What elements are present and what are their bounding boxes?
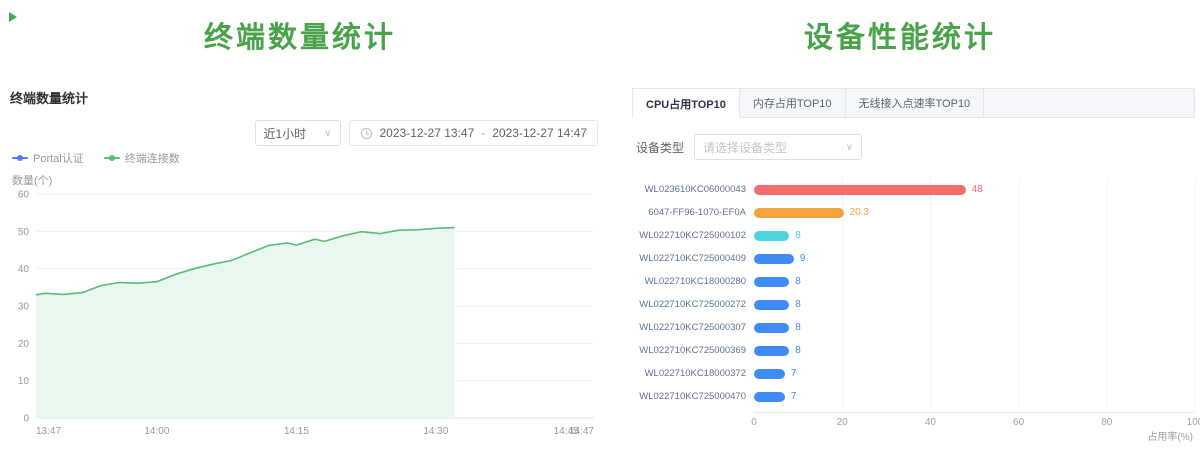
device-performance-panel: CPU占用TOP10 内存占用TOP10 无线接入点速率TOP10 设备类型 请… — [632, 88, 1195, 443]
device-name-label: WL022710KC725000272 — [632, 299, 754, 310]
device-name-label: 6047-FF96-1070-EF0A — [632, 207, 754, 218]
date-start: 2023-12-27 13:47 — [380, 126, 475, 140]
chevron-down-icon: ∨ — [846, 142, 853, 153]
device-name-label: WL022710KC18000280 — [632, 276, 754, 287]
legend-line-dot-icon — [12, 157, 28, 159]
bar-value-label: 8 — [795, 276, 801, 288]
legend-label: Portal认证 — [33, 150, 84, 166]
svg-text:13:47: 13:47 — [36, 426, 61, 437]
bar-row: WL022710KC18000372 7 — [632, 362, 1195, 385]
svg-text:14:15: 14:15 — [284, 426, 309, 437]
value-bar — [754, 323, 789, 333]
terminal-count-line-chart: 010203040506013:4714:0014:1514:3014:4514… — [10, 184, 600, 446]
value-bar — [754, 346, 789, 356]
value-bar — [754, 369, 785, 379]
x-axis-tick: 20 — [837, 417, 848, 428]
bar-value-label: 8 — [795, 230, 801, 242]
value-bar — [754, 277, 789, 287]
value-bar — [754, 392, 785, 402]
bar-row: WL023610KC06000043 48 — [632, 178, 1195, 201]
device-name-label: WL022710KC725000369 — [632, 345, 754, 356]
bar-value-label: 9 — [800, 253, 806, 265]
tab-ap-rate-top10[interactable]: 无线接入点速率TOP10 — [846, 89, 985, 117]
svg-text:50: 50 — [18, 227, 30, 238]
device-name-label: WL022710KC725000470 — [632, 391, 754, 402]
chart-legend: Portal认证 终端连接数 — [12, 150, 180, 166]
x-axis-ticks: 020406080100 — [754, 412, 1195, 427]
x-axis-tick: 100 — [1187, 417, 1200, 428]
x-axis-tick: 80 — [1101, 417, 1112, 428]
terminal-count-panel: 终端数量统计 近1小时 ∨ 2023-12-27 13:47 - 2023-12… — [10, 88, 600, 448]
bar-row: WL022710KC725000307 8 — [632, 316, 1195, 339]
device-name-label: WL023610KC06000043 — [632, 184, 754, 195]
time-range-select[interactable]: 近1小时 ∨ — [255, 120, 341, 146]
device-type-select[interactable]: 请选择设备类型 ∨ — [694, 134, 862, 160]
bar-row: WL022710KC725000272 8 — [632, 293, 1195, 316]
svg-text:10: 10 — [18, 376, 30, 387]
performance-tabs: CPU占用TOP10 内存占用TOP10 无线接入点速率TOP10 — [632, 88, 1195, 118]
dashboard: 终端数量统计 设备性能统计 终端数量统计 近1小时 ∨ 2023-12-27 1… — [0, 0, 1200, 456]
date-range-picker[interactable]: 2023-12-27 13:47 - 2023-12-27 14:47 — [349, 120, 599, 146]
bar-row: WL022710KC18000280 8 — [632, 270, 1195, 293]
bar-value-label: 7 — [791, 391, 797, 403]
device-type-filter: 设备类型 请选择设备类型 ∨ — [632, 134, 1195, 160]
date-separator: - — [481, 126, 485, 140]
svg-text:20: 20 — [18, 339, 30, 350]
legend-line-dot-icon — [104, 157, 120, 159]
legend-item-portal[interactable]: Portal认证 — [12, 150, 84, 166]
date-end: 2023-12-27 14:47 — [492, 126, 587, 140]
value-bar — [754, 231, 789, 241]
svg-text:60: 60 — [18, 190, 30, 201]
cpu-top10-bar-chart: WL023610KC06000043 48 6047-FF96-1070-EF0A 2… — [632, 178, 1195, 443]
bar-value-label: 48 — [972, 184, 983, 196]
legend-item-terminal-connections[interactable]: 终端连接数 — [104, 150, 180, 166]
value-bar — [754, 254, 794, 264]
left-section-title: 终端数量统计 — [0, 14, 600, 56]
right-section-title: 设备性能统计 — [600, 14, 1200, 56]
x-axis: 020406080100 — [632, 412, 1195, 427]
chevron-down-icon: ∨ — [324, 128, 331, 139]
bar-value-label: 8 — [795, 345, 801, 357]
tab-memory-top10[interactable]: 内存占用TOP10 — [740, 89, 846, 117]
chart-controls: 近1小时 ∨ 2023-12-27 13:47 - 2023-12-27 14:… — [255, 120, 599, 146]
x-axis-tick: 40 — [925, 417, 936, 428]
device-name-label: WL022710KC725000307 — [632, 322, 754, 333]
bar-row: WL022710KC725000409 9 — [632, 247, 1195, 270]
bar-row: WL022710KC725000369 8 — [632, 339, 1195, 362]
svg-text:0: 0 — [23, 414, 29, 425]
svg-text:14:30: 14:30 — [423, 426, 448, 437]
svg-text:14:00: 14:00 — [144, 426, 169, 437]
bar-value-label: 8 — [795, 322, 801, 334]
bar-value-label: 8 — [795, 299, 801, 311]
value-bar — [754, 208, 844, 218]
bar-value-label: 20.3 — [850, 207, 869, 219]
device-type-placeholder: 请选择设备类型 — [703, 139, 787, 156]
x-axis-tick: 60 — [1013, 417, 1024, 428]
bar-row: WL022710KC725000470 7 — [632, 385, 1195, 408]
bar-value-label: 7 — [791, 368, 797, 380]
value-bar — [754, 185, 966, 195]
bar-row: WL022710KC725000102 8 — [632, 224, 1195, 247]
tab-cpu-top10[interactable]: CPU占用TOP10 — [633, 89, 740, 118]
x-axis-tick: 0 — [751, 417, 757, 428]
svg-text:40: 40 — [18, 264, 30, 275]
x-axis-title: 占用率(%) — [632, 428, 1195, 443]
terminal-count-panel-title: 终端数量统计 — [10, 88, 600, 107]
svg-text:30: 30 — [18, 302, 30, 313]
svg-text:14:47: 14:47 — [569, 426, 594, 437]
legend-label: 终端连接数 — [125, 150, 180, 166]
device-name-label: WL022710KC725000409 — [632, 253, 754, 264]
clock-icon — [360, 127, 373, 140]
time-range-value: 近1小时 — [264, 125, 307, 142]
value-bar — [754, 300, 789, 310]
device-type-label: 设备类型 — [636, 139, 684, 156]
device-name-label: WL022710KC18000372 — [632, 368, 754, 379]
bar-row: 6047-FF96-1070-EF0A 20.3 — [632, 201, 1195, 224]
device-name-label: WL022710KC725000102 — [632, 230, 754, 241]
bar-rows: WL023610KC06000043 48 6047-FF96-1070-EF0A 2… — [632, 178, 1195, 408]
